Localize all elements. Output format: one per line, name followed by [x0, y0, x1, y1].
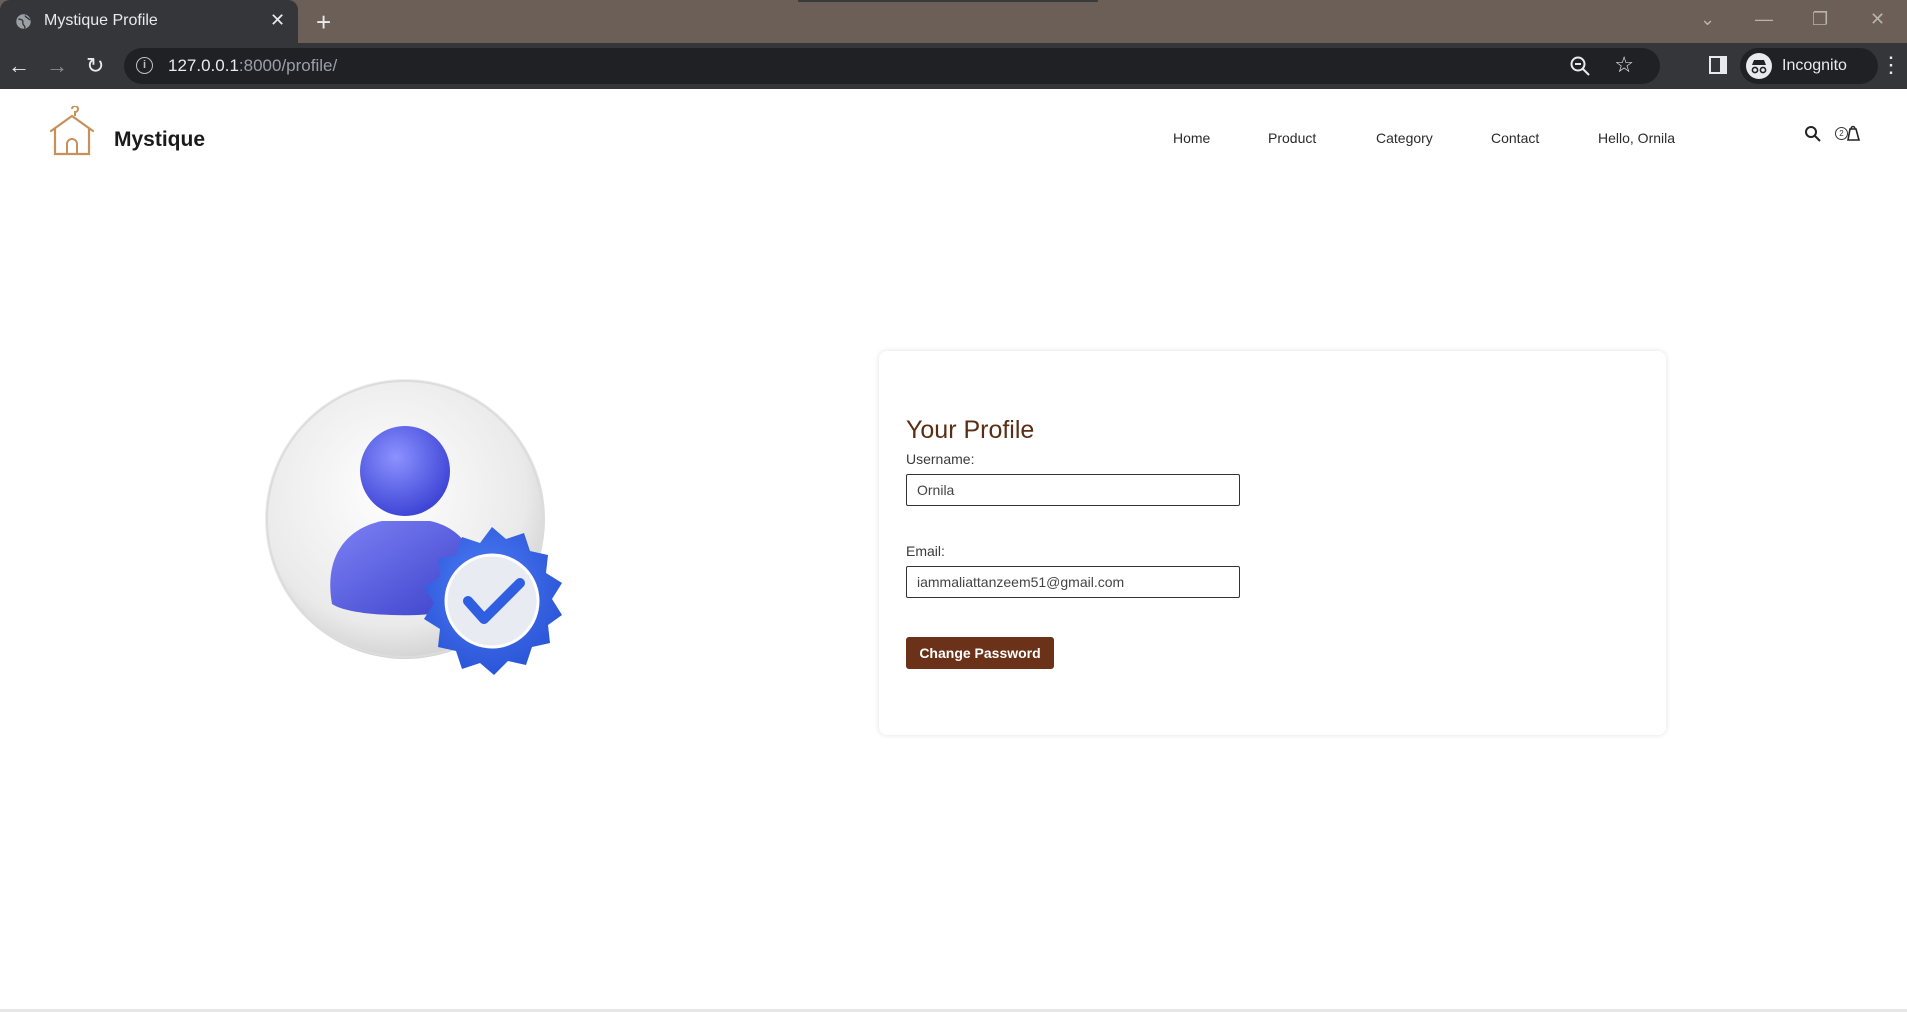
side-panel-icon[interactable]	[1709, 56, 1727, 74]
username-field[interactable]	[906, 474, 1240, 506]
incognito-indicator[interactable]: Incognito	[1740, 48, 1878, 84]
change-password-button[interactable]: Change Password	[906, 637, 1054, 669]
email-label: Email:	[906, 543, 945, 559]
profile-card: Your Profile Username: Email: Change Pas…	[879, 351, 1666, 735]
window-drag-area[interactable]	[798, 0, 1098, 2]
incognito-icon	[1746, 53, 1772, 79]
browser-tab[interactable]: Mystique Profile ✕	[0, 0, 298, 43]
url-path: :8000/profile/	[238, 56, 338, 75]
nav-home[interactable]: Home	[1173, 130, 1210, 146]
site-info-icon[interactable]: i	[136, 57, 153, 74]
email-field[interactable]	[906, 566, 1240, 598]
nav-contact[interactable]: Contact	[1491, 130, 1539, 146]
search-icon[interactable]	[1804, 125, 1822, 143]
bookmark-star-icon[interactable]: ☆	[1614, 52, 1634, 78]
back-button[interactable]: ←	[8, 53, 30, 79]
username-label: Username:	[906, 451, 975, 467]
forward-button[interactable]: →	[46, 53, 68, 79]
browser-tab-strip: Mystique Profile ✕ + ⌄ — ❐ ✕	[0, 0, 1907, 43]
logo-house-hanger-icon[interactable]	[49, 106, 95, 156]
bag-icon	[1847, 125, 1861, 141]
profile-title: Your Profile	[906, 416, 1035, 444]
close-window-button[interactable]: ✕	[1870, 9, 1885, 30]
nav-user-greeting[interactable]: Hello, Ornila	[1598, 130, 1675, 146]
tab-close-icon[interactable]: ✕	[270, 10, 285, 31]
tab-search-dropdown-icon[interactable]: ⌄	[1700, 9, 1715, 30]
url-host: 127.0.0.1	[168, 56, 239, 75]
minimize-button[interactable]: —	[1755, 9, 1773, 30]
profile-verified-illustration	[265, 379, 562, 675]
nav-category[interactable]: Category	[1376, 130, 1433, 146]
incognito-label: Incognito	[1782, 57, 1847, 74]
new-tab-button[interactable]: +	[316, 7, 331, 38]
restore-button[interactable]: ❐	[1812, 9, 1828, 30]
reload-button[interactable]: ↻	[86, 53, 104, 79]
zoom-out-icon[interactable]	[1568, 54, 1592, 78]
globe-icon	[16, 14, 31, 29]
tab-title: Mystique Profile	[44, 12, 158, 29]
brand-name[interactable]: Mystique	[114, 128, 205, 152]
url-text: 127.0.0.1:8000/profile/	[168, 56, 337, 76]
browser-toolbar: ← → ↻ i 127.0.0.1:8000/profile/ ☆ Incogn…	[0, 43, 1907, 89]
cart-button[interactable]: 2	[1831, 123, 1861, 145]
address-bar[interactable]: i 127.0.0.1:8000/profile/ ☆	[124, 48, 1660, 84]
nav-product[interactable]: Product	[1268, 130, 1316, 146]
browser-menu-icon[interactable]: ⋮	[1880, 52, 1902, 78]
page-content: Mystique Home Product Category Contact H…	[0, 89, 1907, 1012]
